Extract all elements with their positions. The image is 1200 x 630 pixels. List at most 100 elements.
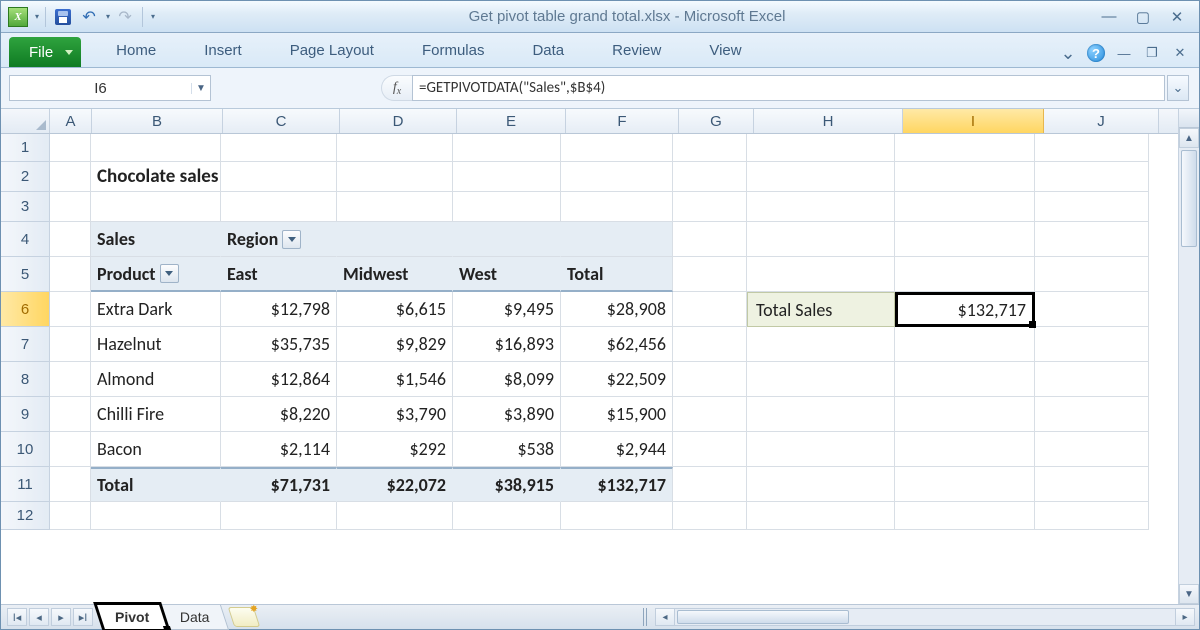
name-box-arrow-icon[interactable]: ▼ xyxy=(191,83,210,94)
cell-E9[interactable]: $3,890 xyxy=(453,397,561,432)
grid-rows[interactable]: 12Chocolate sales by region34SalesRegion… xyxy=(1,134,1178,604)
col-header-C[interactable]: C xyxy=(223,109,340,133)
horizontal-scroll-thumb[interactable] xyxy=(677,610,849,624)
vertical-scroll-track[interactable] xyxy=(1179,148,1199,584)
cell-B9[interactable]: Chilli Fire xyxy=(91,397,221,432)
undo-history-arrow-icon[interactable]: ▾ xyxy=(106,12,110,21)
cell-H5[interactable] xyxy=(747,257,895,292)
ribbon-tab-formulas[interactable]: Formulas xyxy=(401,36,506,67)
cell-I12[interactable] xyxy=(895,502,1035,530)
cell-G2[interactable] xyxy=(673,162,747,192)
cell-J5[interactable] xyxy=(1035,257,1149,292)
cell-F7[interactable]: $62,456 xyxy=(561,327,673,362)
vertical-scroll-thumb[interactable] xyxy=(1181,150,1197,247)
cell-G7[interactable] xyxy=(673,327,747,362)
cell-F12[interactable] xyxy=(561,502,673,530)
ribbon-tab-data[interactable]: Data xyxy=(511,36,585,67)
cell-B4[interactable]: Sales xyxy=(91,222,221,257)
tab-split-handle[interactable] xyxy=(643,608,649,626)
cell-E1[interactable] xyxy=(453,134,561,162)
select-all-triangle[interactable] xyxy=(1,109,50,133)
cell-E7[interactable]: $16,893 xyxy=(453,327,561,362)
cell-G9[interactable] xyxy=(673,397,747,432)
cell-F11[interactable]: $132,717 xyxy=(561,467,673,502)
cell-A7[interactable] xyxy=(50,327,91,362)
cell-D10[interactable]: $292 xyxy=(337,432,453,467)
col-header-J[interactable]: J xyxy=(1044,109,1159,133)
cell-G11[interactable] xyxy=(673,467,747,502)
cell-B5[interactable]: Product xyxy=(91,257,221,292)
ribbon-tab-insert[interactable]: Insert xyxy=(183,36,263,67)
col-header-A[interactable]: A xyxy=(50,109,92,133)
cell-C12[interactable] xyxy=(221,502,337,530)
col-header-I[interactable]: I xyxy=(903,109,1044,133)
cell-A3[interactable] xyxy=(50,192,91,222)
region-filter-button[interactable] xyxy=(282,230,301,249)
cell-B11[interactable]: Total xyxy=(91,467,221,502)
cell-I7[interactable] xyxy=(895,327,1035,362)
sheet-nav-prev-icon[interactable]: ◂ xyxy=(29,608,49,626)
cell-C3[interactable] xyxy=(221,192,337,222)
cell-C11[interactable]: $71,731 xyxy=(221,467,337,502)
minimize-button[interactable]: — xyxy=(1099,7,1119,27)
cell-H11[interactable] xyxy=(747,467,895,502)
cell-F4[interactable] xyxy=(561,222,673,257)
cell-F6[interactable]: $28,908 xyxy=(561,292,673,327)
cell-D9[interactable]: $3,790 xyxy=(337,397,453,432)
horizontal-scroll-track[interactable] xyxy=(675,608,1175,626)
cell-I6[interactable]: $132,717 xyxy=(895,292,1035,327)
ribbon-tab-home[interactable]: Home xyxy=(95,36,177,67)
cell-J1[interactable] xyxy=(1035,134,1149,162)
cell-I2[interactable] xyxy=(895,162,1035,192)
ribbon-tab-review[interactable]: Review xyxy=(591,36,682,67)
row-header-6[interactable]: 6 xyxy=(1,292,50,327)
cell-D1[interactable] xyxy=(337,134,453,162)
cell-I4[interactable] xyxy=(895,222,1035,257)
row-header-8[interactable]: 8 xyxy=(1,362,50,397)
col-header-D[interactable]: D xyxy=(340,109,457,133)
maximize-button[interactable]: ▢ xyxy=(1133,7,1153,27)
cell-H10[interactable] xyxy=(747,432,895,467)
cell-C4[interactable]: Region xyxy=(221,222,337,257)
cell-A4[interactable] xyxy=(50,222,91,257)
col-header-F[interactable]: F xyxy=(566,109,679,133)
cell-F8[interactable]: $22,509 xyxy=(561,362,673,397)
col-header-H[interactable]: H xyxy=(754,109,903,133)
cell-F2[interactable] xyxy=(561,162,673,192)
cell-B10[interactable]: Bacon xyxy=(91,432,221,467)
app-menu-arrow-icon[interactable]: ▾ xyxy=(35,12,39,21)
cell-H1[interactable] xyxy=(747,134,895,162)
cell-A12[interactable] xyxy=(50,502,91,530)
row-header-3[interactable]: 3 xyxy=(1,192,50,222)
cell-D2[interactable] xyxy=(337,162,453,192)
cell-A9[interactable] xyxy=(50,397,91,432)
cell-A8[interactable] xyxy=(50,362,91,397)
formula-bar[interactable]: =GETPIVOTDATA("Sales",$B$4) xyxy=(412,75,1165,101)
cell-A1[interactable] xyxy=(50,134,91,162)
row-header-5[interactable]: 5 xyxy=(1,257,50,292)
cell-C6[interactable]: $12,798 xyxy=(221,292,337,327)
sheet-nav-next-icon[interactable]: ▸ xyxy=(51,608,71,626)
workbook-close-button[interactable]: ✕ xyxy=(1171,44,1189,62)
cell-D4[interactable] xyxy=(337,222,453,257)
workbook-restore-button[interactable]: ❐ xyxy=(1143,44,1161,62)
cell-D5[interactable]: Midwest xyxy=(337,257,453,292)
new-sheet-button[interactable] xyxy=(228,607,260,627)
cell-B12[interactable] xyxy=(91,502,221,530)
sheet-nav-last-icon[interactable]: ▸I xyxy=(73,608,93,626)
cell-A5[interactable] xyxy=(50,257,91,292)
row-header-2[interactable]: 2 xyxy=(1,162,50,192)
row-header-11[interactable]: 11 xyxy=(1,467,50,502)
cell-H12[interactable] xyxy=(747,502,895,530)
ribbon-tab-view[interactable]: View xyxy=(688,36,762,67)
cell-A2[interactable] xyxy=(50,162,91,192)
sheet-tab-data[interactable]: Data xyxy=(161,605,229,630)
cell-H2[interactable] xyxy=(747,162,895,192)
scroll-left-button[interactable]: ◂ xyxy=(655,608,675,626)
cell-G5[interactable] xyxy=(673,257,747,292)
ribbon-min-chevron-icon[interactable]: ⌄ xyxy=(1059,44,1077,62)
file-tab[interactable]: File xyxy=(9,37,81,67)
close-button[interactable]: ✕ xyxy=(1167,7,1187,27)
cell-A6[interactable] xyxy=(50,292,91,327)
cell-B2[interactable]: Chocolate sales by region xyxy=(91,162,221,192)
